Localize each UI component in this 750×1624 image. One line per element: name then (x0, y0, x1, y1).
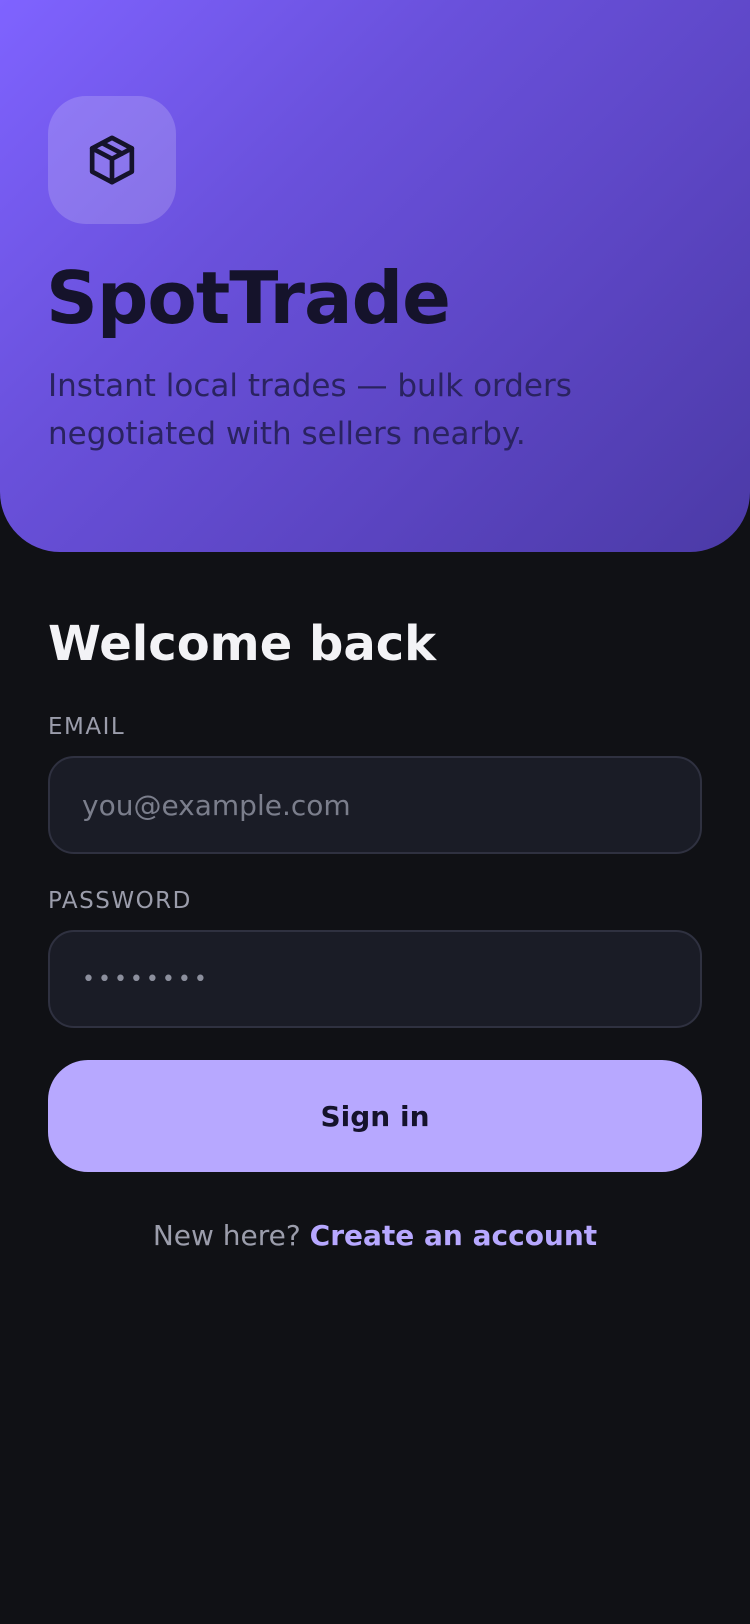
signup-prompt-text: New here? (152, 1219, 301, 1252)
hero-banner: SpotTrade Instant local trades — bulk or… (0, 0, 750, 552)
create-account-link[interactable]: Create an account (310, 1219, 598, 1252)
package-box-icon (89, 135, 135, 185)
signup-prompt: New here? Create an account (0, 1222, 750, 1250)
password-label: PASSWORD (48, 888, 192, 914)
password-field[interactable] (48, 930, 702, 1028)
sign-in-button[interactable]: Sign in (48, 1060, 702, 1172)
email-label: EMAIL (48, 714, 126, 740)
app-title: SpotTrade (46, 256, 451, 340)
app-tagline: Instant local trades — bulk orders negot… (48, 368, 572, 452)
app-logo (48, 96, 176, 224)
page-title: Welcome back (48, 616, 437, 672)
login-screen: SpotTrade Instant local trades — bulk or… (0, 0, 750, 1624)
email-field[interactable] (48, 756, 702, 854)
